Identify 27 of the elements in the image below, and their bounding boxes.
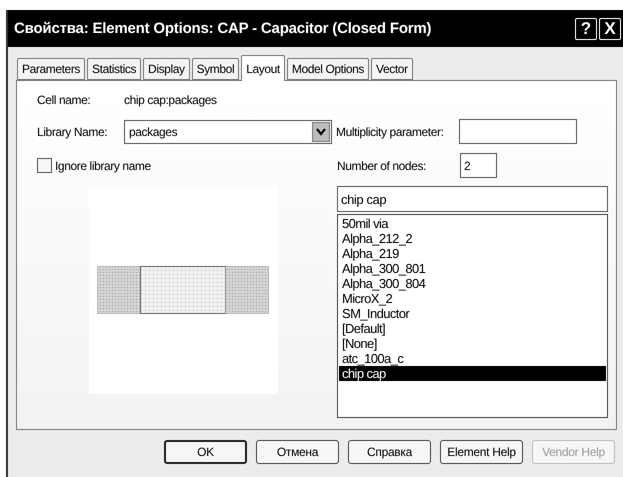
tab[interactable]: Display — [143, 58, 190, 80]
close-button[interactable]: X — [599, 18, 621, 40]
caret-icon — [312, 122, 330, 142]
list-item[interactable]: chip cap — [339, 366, 606, 381]
cell-name-value: chip cap:packages — [124, 93, 217, 107]
nodes-field[interactable]: 2 — [460, 153, 497, 178]
dialog-button[interactable]: OK — [164, 440, 247, 464]
tab[interactable]: Statistics — [87, 58, 142, 80]
cell-search-field[interactable]: chip cap — [337, 186, 608, 212]
tab[interactable]: Symbol — [192, 58, 240, 80]
field-label: Cell name: — [37, 93, 92, 107]
checkbox[interactable] — [37, 158, 52, 173]
tab[interactable]: Model Options — [286, 58, 370, 80]
field-label: Number of nodes: — [337, 158, 427, 172]
tab[interactable]: Vector — [371, 58, 413, 80]
library-dropdown[interactable]: packages — [124, 120, 332, 144]
window-title: Свойства: Element Options: CAP - Capacitor (Closed Form) — [14, 20, 432, 37]
help-button[interactable]: ? — [575, 18, 597, 40]
field-label: Library Name: — [37, 124, 108, 138]
dialog-button[interactable]: Справка — [348, 440, 431, 464]
dialog-button[interactable]: Element Help — [440, 440, 523, 464]
field-label: Multiplicity parameter: — [336, 124, 445, 138]
tab[interactable]: Layout — [241, 55, 285, 81]
checkbox-label: Ignore library name — [55, 158, 151, 172]
tab[interactable]: Parameters — [17, 58, 86, 80]
dialog-button[interactable]: Отмена — [256, 440, 339, 464]
multiplicity-field[interactable] — [459, 119, 577, 144]
